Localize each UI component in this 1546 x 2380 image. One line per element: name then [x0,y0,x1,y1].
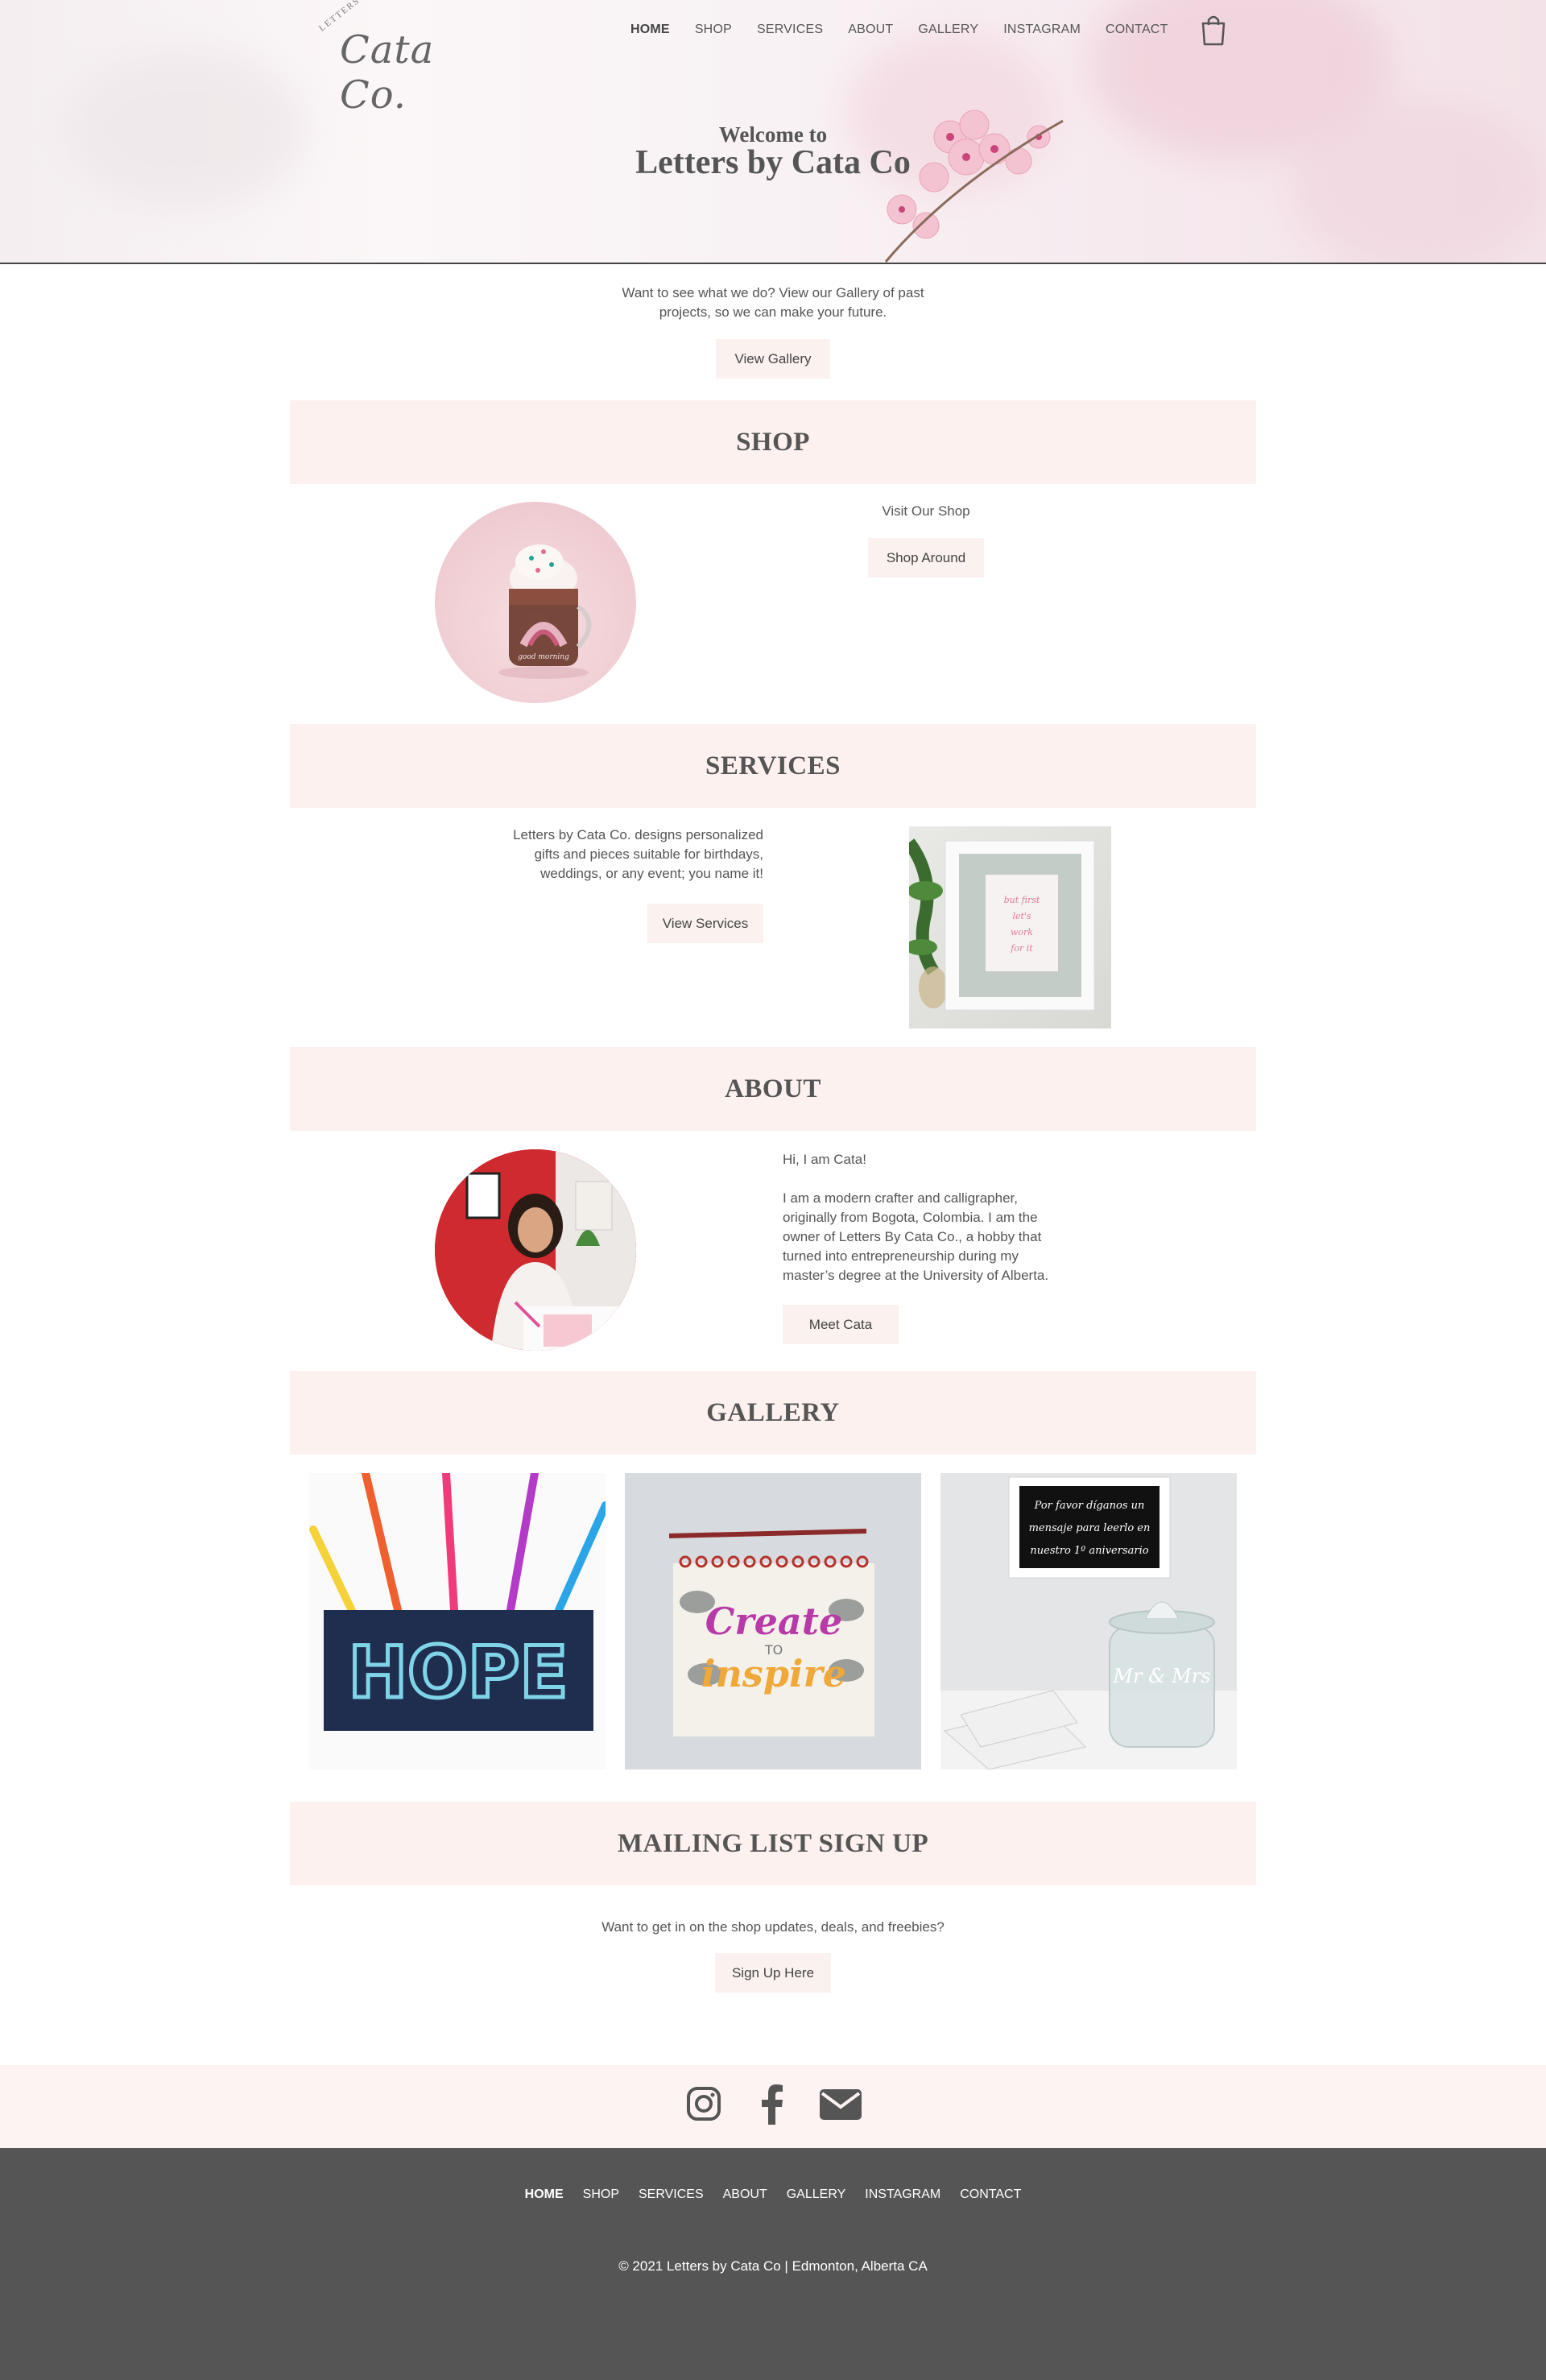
hero-title: Letters by Cata Co [635,144,911,181]
view-gallery-button[interactable]: View Gallery [716,339,830,379]
services-image-frame[interactable]: but first let's work for it [909,826,1111,1029]
view-services-button[interactable]: View Services [647,904,763,943]
facebook-icon[interactable] [760,2084,784,2125]
svg-text:good morning: good morning [518,653,569,661]
about-line-4: turned into entrepreneurship during my [783,1248,1019,1264]
svg-text:for it: for it [1010,943,1033,954]
mailing-list-text: Want to get in on the shop updates, deal… [601,1919,945,1935]
frame-illustration: but first let's work for it [909,838,1095,1011]
shop-text: Visit Our Shop [882,503,970,519]
footer-nav: HOME SHOP SERVICES ABOUT GALLERY INSTAGR… [0,2188,1546,2202]
about-greeting: Hi, I am Cata! [783,1152,866,1167]
gallery-image-create-to-inspire[interactable]: Create TO inspire [625,1473,921,1769]
hope-text: HOPE [348,1631,568,1714]
shop-heading: SHOP [290,400,1256,484]
services-line-3: weddings, or any event; you name it! [540,866,763,881]
nav-home[interactable]: HOME [630,23,670,37]
sign-line-1: Por favor díganos un [1034,1500,1145,1512]
footer-nav-instagram[interactable]: INSTAGRAM [865,2188,940,2202]
hero-banner: LETTERS BY Cata Co. HOME SHOP SERVICES A… [0,0,1546,263]
anniversary-jar-illustration: Por favor díganos un mensaje para leerlo… [940,1473,1237,1769]
nav-instagram[interactable]: INSTAGRAM [1003,23,1081,37]
gallery-image-hope[interactable]: HOPE [309,1473,606,1769]
services-line-1: Letters by Cata Co. designs personalized [513,827,763,842]
nav-gallery[interactable]: GALLERY [918,23,978,37]
mailing-list-heading: MAILING LIST SIGN UP [290,1802,1256,1885]
intro-line-1: Want to see what we do? View our Gallery… [622,285,924,300]
footer-nav-gallery[interactable]: GALLERY [787,2188,846,2202]
instagram-icon[interactable] [686,2086,721,2121]
copyright-text: © 2021 Letters by Cata Co | Edmonton, Al… [618,2258,928,2274]
social-links-band [0,2065,1546,2148]
nav-services[interactable]: SERVICES [757,23,823,37]
gallery-image-anniversary-jar[interactable]: Por favor díganos un mensaje para leerlo… [940,1473,1237,1769]
about-line-3: owner of Letters By Cata Co., a hobby th… [783,1229,1042,1244]
intro-line-2: projects, so we can make your future. [659,304,887,320]
footer-nav-about[interactable]: ABOUT [723,2188,767,2202]
footer-nav-contact[interactable]: CONTACT [960,2188,1021,2202]
about-line-2: originally from Bogota, Colombia. I am t… [783,1210,1038,1225]
create-inspire-illustration: Create TO inspire [625,1473,921,1769]
hero-divider [0,263,1546,264]
portrait-illustration [435,1149,636,1351]
main-nav: HOME SHOP SERVICES ABOUT GALLERY INSTAGR… [630,23,1193,37]
gallery-heading: GALLERY [290,1371,1256,1455]
jar-text: Mr & Mrs [1112,1665,1210,1687]
services-line-2: gifts and pieces suitable for birthdays, [534,846,763,862]
svg-text:but first: but first [1004,895,1040,905]
shop-image-hot-chocolate[interactable]: good morning [435,502,636,703]
nav-shop[interactable]: SHOP [695,23,732,37]
about-heading: ABOUT [290,1047,1256,1131]
svg-text:work: work [1011,927,1033,938]
hope-illustration: HOPE [309,1473,606,1769]
create-text: Create [705,1600,842,1643]
footer-nav-services[interactable]: SERVICES [639,2188,704,2202]
sign-line-2: mensaje para leerlo en [1029,1522,1151,1534]
about-line-5: master’s degree at the University of Alb… [783,1268,1049,1283]
shop-around-button[interactable]: Shop Around [868,538,984,577]
sign-up-button[interactable]: Sign Up Here [715,1953,831,1993]
sign-line-3: nuestro 1º aniversario [1030,1545,1148,1557]
services-heading: SERVICES [290,724,1256,808]
mug-illustration: good morning [498,544,592,679]
logo-script-text: Cata Co. [340,27,435,118]
logo[interactable]: LETTERS BY Cata Co. [312,0,482,118]
svg-text:let's: let's [1012,911,1031,921]
nav-about[interactable]: ABOUT [848,23,893,37]
email-icon[interactable] [820,2089,862,2120]
about-image-portrait[interactable] [435,1149,636,1351]
about-bio: I am a modern crafter and calligrapher, … [783,1189,1105,1285]
footer-nav-shop[interactable]: SHOP [583,2188,619,2202]
inspire-text: inspire [701,1652,846,1695]
services-description: Letters by Cata Co. designs personalized… [451,826,763,884]
shopping-bag-icon[interactable] [1200,14,1227,46]
footer-nav-home[interactable]: HOME [525,2188,564,2202]
nav-contact[interactable]: CONTACT [1106,23,1168,37]
meet-cata-button[interactable]: Meet Cata [783,1305,899,1344]
about-line-1: I am a modern crafter and calligrapher, [783,1190,1018,1206]
